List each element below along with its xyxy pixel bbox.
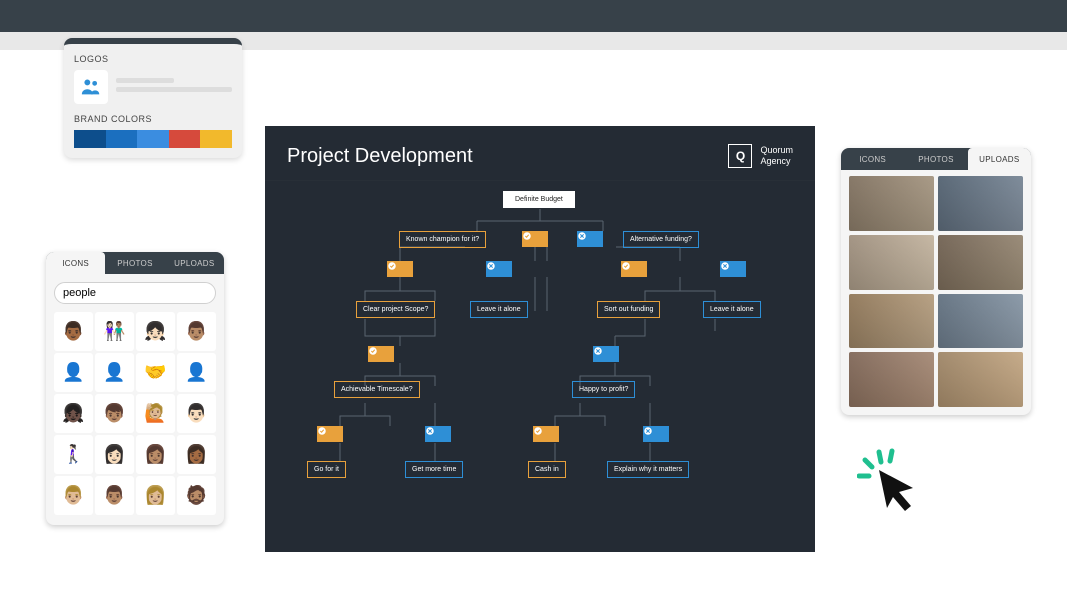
node-l2c: Sort out funding — [597, 301, 660, 318]
node-l2d: Leave it alone — [703, 301, 761, 318]
chip-check-2 — [387, 261, 413, 277]
node-l1b: Alternative funding? — [623, 231, 699, 248]
icons-panel[interactable]: ICONS PHOTOS UPLOADS 👨🏾👩🏻‍🤝‍👨🏽👧🏻👨🏽👤👤🤝👤👧🏿… — [46, 252, 224, 525]
logo-thumbnail[interactable] — [74, 70, 108, 104]
icon-item-7[interactable]: 👤 — [177, 353, 216, 392]
icon-item-17[interactable]: 👨🏽 — [95, 476, 134, 515]
tab-icons[interactable]: ICONS — [46, 252, 105, 274]
icon-item-6[interactable]: 🤝 — [136, 353, 175, 392]
tab-uploads[interactable]: UPLOADS — [165, 252, 224, 274]
brand-kit-panel[interactable]: LOGOS BRAND COLORS — [64, 38, 242, 158]
icon-item-9[interactable]: 👦🏽 — [95, 394, 134, 433]
icon-item-16[interactable]: 👨🏼 — [54, 476, 93, 515]
flowchart: Definite Budget Known champion for it? A… — [265, 181, 815, 531]
swatch-5[interactable] — [200, 130, 232, 148]
icon-item-19[interactable]: 🧔🏽 — [177, 476, 216, 515]
icon-item-5[interactable]: 👤 — [95, 353, 134, 392]
node-l4d: Explain why it matters — [607, 461, 689, 478]
search-input[interactable] — [63, 287, 205, 299]
swatch-4[interactable] — [169, 130, 201, 148]
icon-item-11[interactable]: 👨🏻 — [177, 394, 216, 433]
node-l2a: Clear project Scope? — [356, 301, 435, 318]
icon-item-3[interactable]: 👨🏽 — [177, 312, 216, 351]
brand-q-icon: Q — [728, 144, 752, 168]
people-icon — [80, 76, 102, 98]
chip-check-1 — [522, 231, 548, 247]
icon-item-13[interactable]: 👩🏻 — [95, 435, 134, 474]
node-l4b: Get more time — [405, 461, 463, 478]
tab-uploads-2[interactable]: UPLOADS — [968, 148, 1031, 170]
uploads-panel[interactable]: ICONS PHOTOS UPLOADS — [841, 148, 1031, 415]
node-l4a: Go for it — [307, 461, 346, 478]
swatch-1[interactable] — [74, 130, 106, 148]
color-swatches — [74, 130, 232, 148]
uploads-tabbar: ICONS PHOTOS UPLOADS — [841, 148, 1031, 170]
chip-check-6 — [533, 426, 559, 442]
upload-thumb-3[interactable] — [938, 235, 1023, 290]
upload-thumb-0[interactable] — [849, 176, 934, 231]
logo-placeholder-lines — [116, 78, 232, 96]
icon-item-12[interactable]: 🚶🏻‍♀️ — [54, 435, 93, 474]
node-l3b: Happy to profit? — [572, 381, 635, 398]
upload-thumb-7[interactable] — [938, 352, 1023, 407]
icon-item-4[interactable]: 👤 — [54, 353, 93, 392]
chip-x-2 — [486, 261, 512, 277]
icon-item-0[interactable]: 👨🏾 — [54, 312, 93, 351]
upload-thumb-4[interactable] — [849, 294, 934, 349]
node-l3a: Achievable Timescale? — [334, 381, 420, 398]
icon-item-15[interactable]: 👩🏾 — [177, 435, 216, 474]
tab-photos-2[interactable]: PHOTOS — [904, 148, 967, 170]
app-topbar — [0, 0, 1067, 32]
icon-item-10[interactable]: 🙋🏼 — [136, 394, 175, 433]
chip-x-6 — [643, 426, 669, 442]
icon-item-1[interactable]: 👩🏻‍🤝‍👨🏽 — [95, 312, 134, 351]
upload-thumb-5[interactable] — [938, 294, 1023, 349]
swatch-3[interactable] — [137, 130, 169, 148]
icon-item-18[interactable]: 👩🏼 — [136, 476, 175, 515]
search-box[interactable] — [54, 282, 216, 304]
brand-name: QuorumAgency — [760, 145, 793, 167]
tab-icons-2[interactable]: ICONS — [841, 148, 904, 170]
tab-photos[interactable]: PHOTOS — [105, 252, 164, 274]
icon-item-8[interactable]: 👧🏿 — [54, 394, 93, 433]
node-l1a: Known champion for it? — [399, 231, 486, 248]
upload-thumb-2[interactable] — [849, 235, 934, 290]
logo-row — [74, 70, 232, 104]
chip-x-4 — [593, 346, 619, 362]
upload-thumb-1[interactable] — [938, 176, 1023, 231]
icon-grid: 👨🏾👩🏻‍🤝‍👨🏽👧🏻👨🏽👤👤🤝👤👧🏿👦🏽🙋🏼👨🏻🚶🏻‍♀️👩🏻👩🏽👩🏾👨🏼👨🏽… — [46, 312, 224, 525]
node-l4c: Cash in — [528, 461, 566, 478]
chip-check-5 — [317, 426, 343, 442]
upload-thumb-6[interactable] — [849, 352, 934, 407]
icon-item-14[interactable]: 👩🏽 — [136, 435, 175, 474]
node-l2b: Leave it alone — [470, 301, 528, 318]
chip-x-3 — [720, 261, 746, 277]
brand-colors-label: BRAND COLORS — [74, 114, 232, 124]
diagram-header: Project Development Q QuorumAgency — [265, 126, 815, 181]
chip-x-5 — [425, 426, 451, 442]
cursor-click-icon — [857, 448, 927, 523]
chip-check-3 — [621, 261, 647, 277]
swatch-2[interactable] — [106, 130, 138, 148]
node-start: Definite Budget — [503, 191, 575, 208]
diagram-card[interactable]: Project Development Q QuorumAgency — [265, 126, 815, 552]
chip-check-4 — [368, 346, 394, 362]
chip-x-1 — [577, 231, 603, 247]
diagram-title: Project Development — [287, 145, 473, 168]
icon-item-2[interactable]: 👧🏻 — [136, 312, 175, 351]
brand-lockup: Q QuorumAgency — [728, 144, 793, 168]
logos-label: LOGOS — [74, 54, 232, 64]
photo-grid — [841, 170, 1031, 407]
icons-tabbar: ICONS PHOTOS UPLOADS — [46, 252, 224, 274]
